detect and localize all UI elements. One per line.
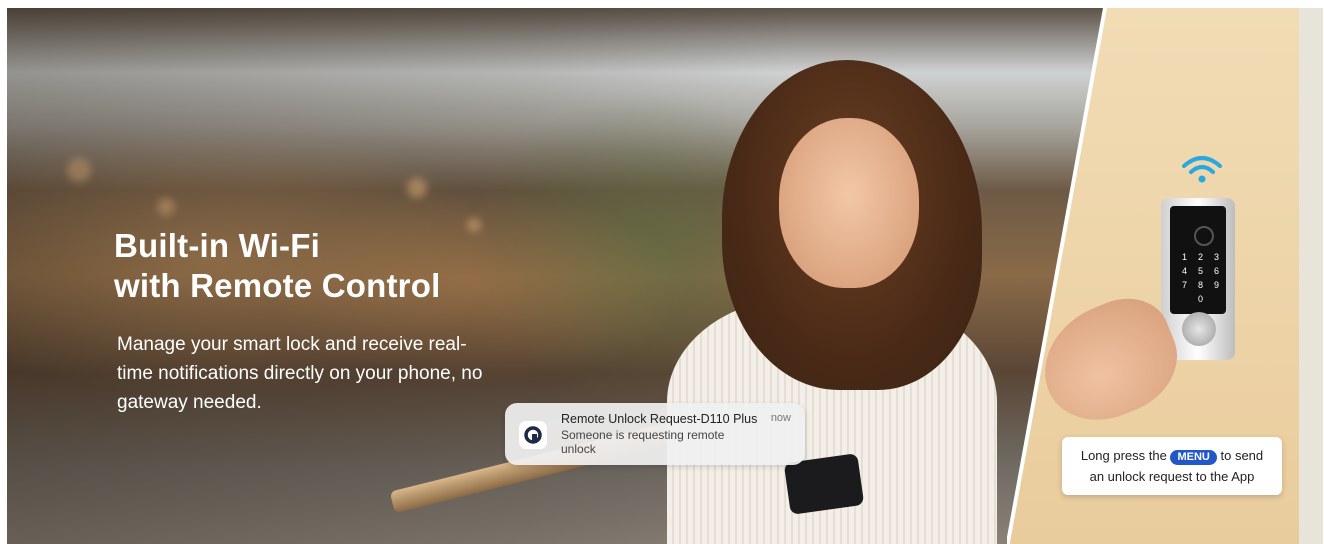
keypad-digit: 9	[1214, 280, 1219, 290]
instruction-tooltip: Long press the MENU to send an unlock re…	[1062, 437, 1282, 495]
keypad-digit: 0	[1198, 294, 1203, 304]
tooltip-line2: an unlock request to the App	[1089, 469, 1255, 484]
lock-menu-button	[1182, 312, 1216, 346]
lock-keypad: 1 2 3 4 5 6 7 8 9 0	[1170, 206, 1226, 314]
notification-card[interactable]: Remote Unlock Request-D110 Plus now Some…	[505, 403, 805, 465]
keypad-digit: 2	[1198, 252, 1203, 262]
keypad-digit: 5	[1198, 266, 1203, 276]
keypad-digit: 3	[1214, 252, 1219, 262]
product-banner: 1 2 3 4 5 6 7 8 9 0 Built-in Wi-Fi with Remote Co…	[7, 8, 1323, 544]
notification-body: Someone is requesting remote unlock	[561, 428, 725, 456]
woman-face	[779, 118, 919, 288]
notification-time: now	[770, 412, 791, 424]
wall	[1299, 8, 1323, 544]
keypad-digit: 7	[1182, 280, 1187, 290]
keypad-graphic: 1 2 3 4 5 6 7 8 9 0	[1182, 226, 1219, 304]
keypad-digit: 8	[1198, 280, 1203, 290]
keypad-digit: 1	[1182, 252, 1187, 262]
menu-key-badge: MENU	[1170, 450, 1217, 465]
headline-line1: Built-in Wi-Fi	[114, 227, 320, 264]
headline-line2: with Remote Control	[114, 267, 441, 304]
notification-title: Remote Unlock Request-D110 Plus	[561, 412, 758, 426]
tooltip-line1: Long press the MENU to send	[1062, 445, 1282, 466]
tooltip-prefix: Long press the	[1080, 448, 1167, 463]
app-logo-icon	[519, 421, 547, 449]
description: Manage your smart lock and receive real-…	[117, 334, 483, 413]
wifi-icon	[1182, 156, 1222, 183]
headline: Built-in Wi-Fi with Remote Control	[114, 226, 440, 306]
tooltip-suffix: to send	[1220, 448, 1264, 463]
keypad-digit: 6	[1214, 266, 1219, 276]
keypad-digit: 4	[1182, 266, 1187, 276]
